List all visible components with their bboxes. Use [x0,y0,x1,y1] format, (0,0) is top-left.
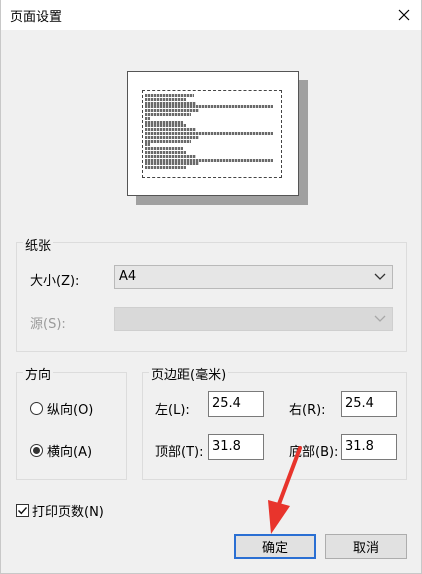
right-margin-input[interactable]: 25.4 [341,391,397,417]
landscape-label: 横向(A) [47,445,93,460]
left-margin-value: 25.4 [212,396,241,411]
title-bar: 页面设置 [1,0,421,30]
portrait-radio[interactable]: 纵向(O) [30,399,93,418]
paper-source-label: 源(S): [30,317,66,332]
bottom-margin-value: 31.8 [345,439,374,454]
cancel-button[interactable]: 取消 [325,534,407,559]
orientation-group-label: 方向 [23,364,54,383]
right-margin-value: 25.4 [345,396,374,411]
page-preview [127,71,299,196]
orientation-group [16,372,127,480]
margins-group-label: 页边距(毫米) [149,364,229,383]
paper-size-label: 大小(Z): [30,274,80,289]
print-page-numbers-label: 打印页数(N) [32,505,104,520]
paper-source-select[interactable] [114,307,393,331]
right-margin-label: 右(R): [289,403,326,418]
bottom-margin-input[interactable]: 31.8 [341,434,397,460]
landscape-radio-circle[interactable] [30,444,43,457]
top-margin-label: 顶部(T): [155,445,204,460]
dialog-title: 页面设置 [10,10,63,25]
print-page-numbers-checkbox[interactable]: 打印页数(N) [16,501,104,520]
checkbox-box[interactable] [16,504,29,517]
portrait-label: 纵向(O) [47,403,94,418]
portrait-radio-circle[interactable] [30,402,43,415]
paper-group-label: 纸张 [23,235,54,254]
page-setup-dialog: 页面设置 纸张 大小(Z): A4 源(S): 方向 纵向(O) 横向(A) 页… [0,0,422,574]
ok-button[interactable]: 确定 [234,534,316,559]
close-icon [398,9,410,21]
left-margin-input[interactable]: 25.4 [208,391,264,417]
cancel-button-label: 取消 [352,541,379,556]
ok-button-label: 确定 [261,541,288,556]
checkmark-icon [18,507,28,515]
landscape-radio[interactable]: 横向(A) [30,441,92,460]
dialog-content: 纸张 大小(Z): A4 源(S): 方向 纵向(O) 横向(A) 页边距(毫米… [1,30,421,573]
top-margin-value: 31.8 [212,439,241,454]
radio-selected-dot [33,447,40,454]
paper-size-value: A4 [119,269,137,284]
chevron-down-icon [374,273,386,280]
paper-size-select[interactable]: A4 [114,265,393,289]
top-margin-input[interactable]: 31.8 [208,434,264,460]
close-button[interactable] [389,3,419,27]
preview-text-lines [145,94,280,170]
annotation-arrow-icon [268,446,302,534]
chevron-down-icon [374,315,386,322]
paper-group [16,242,407,352]
left-margin-label: 左(L): [155,403,190,418]
